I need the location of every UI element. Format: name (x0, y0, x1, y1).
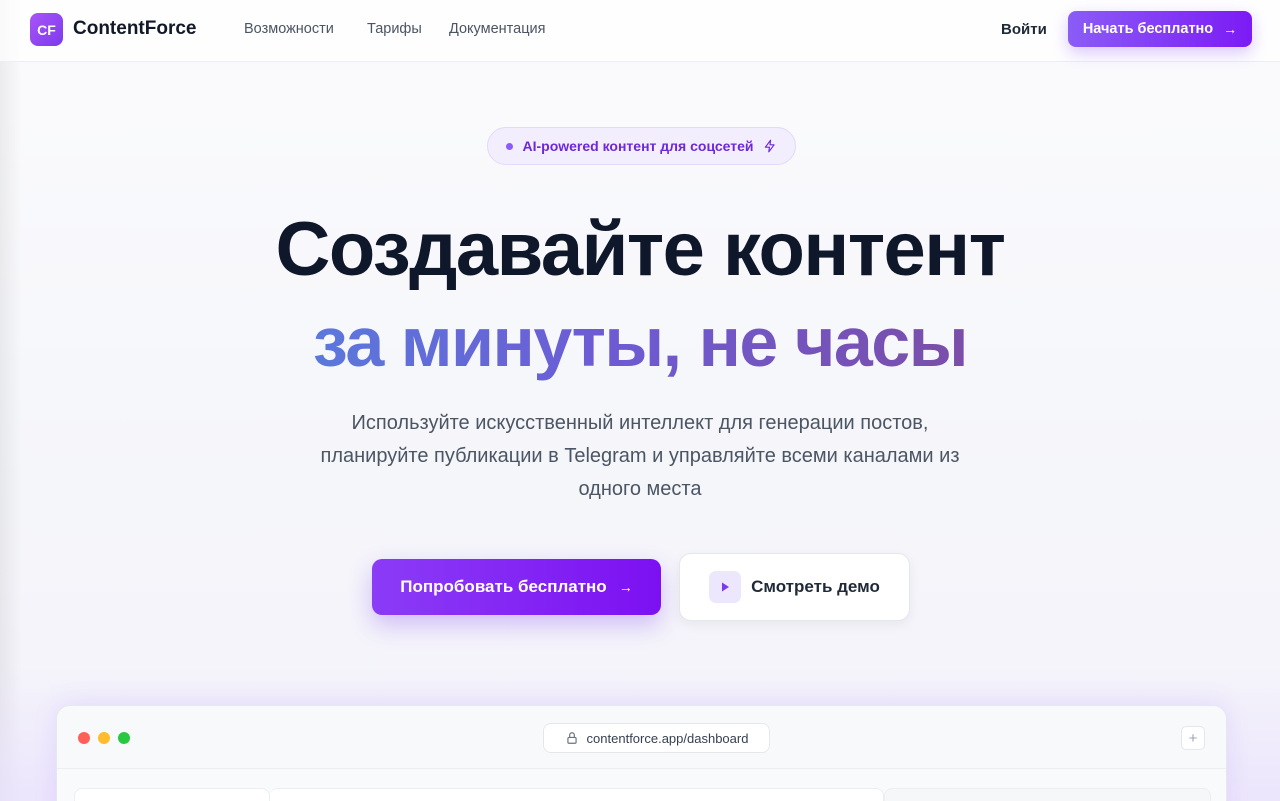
preview-sidebar-panel (74, 788, 270, 801)
hero-subtitle: Используйте искусственный интеллект для … (320, 412, 960, 500)
watch-demo-button[interactable]: Смотреть демо (679, 553, 910, 621)
minimize-dot-icon (98, 732, 110, 744)
login-link[interactable]: Войти (1001, 21, 1047, 38)
try-free-label: Попробовать бесплатно (400, 577, 607, 596)
dashboard-preview-window: contentforce.app/dashboard + (56, 705, 1227, 801)
brand-name[interactable]: ContentForce (73, 18, 197, 40)
preview-main-panel (270, 788, 884, 801)
dot-icon (506, 142, 514, 150)
logo-mark[interactable]: CF (30, 13, 63, 46)
arrow-right-icon: → (1223, 21, 1238, 37)
hero-title-line-2: за минуты, не часы (0, 302, 1280, 382)
preview-right-panel (884, 788, 1211, 801)
new-tab-plus-icon[interactable]: + (1181, 726, 1205, 750)
nav-link-pricing[interactable]: Тарифы (367, 21, 422, 37)
address-bar[interactable]: contentforce.app/dashboard (543, 723, 770, 753)
nav-link-features[interactable]: Возможности (244, 21, 334, 37)
browser-title-bar: contentforce.app/dashboard + (57, 706, 1226, 769)
ai-badge-text: AI-powered контент для соцсетей (522, 138, 754, 154)
address-bar-url: contentforce.app/dashboard (586, 730, 749, 746)
hero-title-line-1: Создавайте контент (275, 207, 1006, 292)
lock-icon (566, 732, 577, 744)
start-free-label: Начать бесплатно (1082, 21, 1214, 37)
bolt-icon (764, 139, 775, 153)
arrow-right-icon: → (618, 579, 633, 595)
watch-demo-label: Смотреть демо (751, 577, 880, 596)
maximize-dot-icon (118, 732, 130, 744)
ai-badge: AI-powered контент для соцсетей (487, 127, 796, 165)
start-free-button[interactable]: Начать бесплатно → (1068, 11, 1252, 47)
hero-title-gradient-text: за минуты, не часы (312, 303, 969, 381)
top-navigation: CF ContentForce Возможности Тарифы Докум… (0, 0, 1280, 62)
close-dot-icon (78, 732, 90, 744)
try-free-button[interactable]: Попробовать бесплатно → (372, 559, 661, 615)
play-icon (709, 571, 742, 603)
nav-link-docs[interactable]: Документация (449, 21, 545, 37)
